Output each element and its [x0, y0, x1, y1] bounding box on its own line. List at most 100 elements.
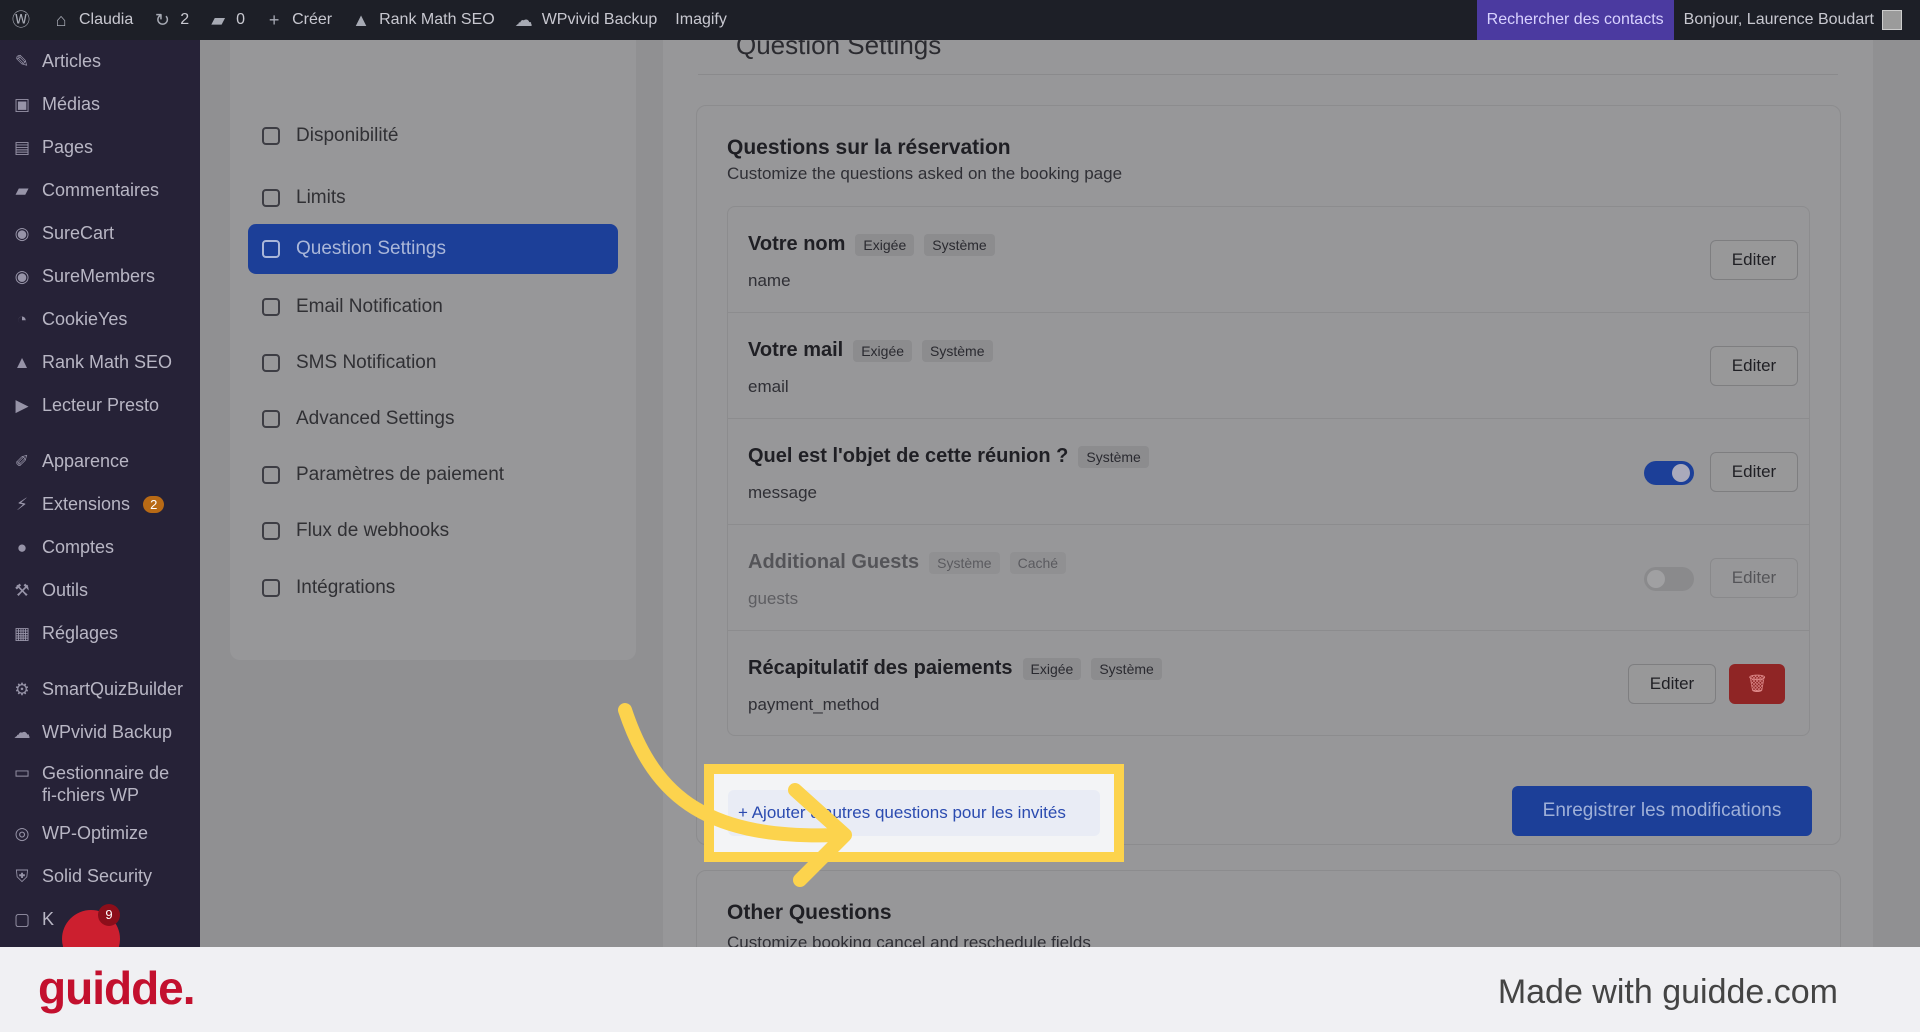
sidebar-item-commentaires[interactable]: ▰ Commentaires [0, 169, 200, 212]
rankmath-label: Rank Math SEO [379, 11, 495, 28]
sidebar-item-label: SmartQuizBuilder [42, 679, 184, 699]
updates-link[interactable]: ↻ 2 [142, 0, 198, 40]
sidebar-item-comptes[interactable]: ● Comptes [0, 526, 200, 569]
sidebar-item-lecteur-presto[interactable]: ▶ Lecteur Presto [0, 384, 200, 427]
cookie-icon: ◔ [16, 309, 28, 329]
site-name-link[interactable]: ⌂ Claudia [41, 0, 142, 40]
submenu-item-int-grations[interactable]: Intégrations [248, 563, 618, 613]
sidebar-separator [0, 427, 200, 440]
edit-button[interactable]: Editer [1710, 240, 1798, 280]
media-icon: ▣ [13, 94, 31, 114]
user-greeting: Bonjour, Laurence Boudart [1683, 11, 1874, 28]
question-title: Votre mail [748, 339, 844, 361]
submenu-item-param-tres-de-paiement[interactable]: Paramètres de paiement [248, 450, 618, 500]
sidebar-separator [0, 655, 200, 668]
settings-icon: ▦ [13, 623, 31, 643]
sidebar-item-label: Extensions [42, 494, 131, 514]
k-icon: ▢ [13, 909, 31, 929]
submenu-item-email-notification[interactable]: Email Notification [248, 282, 618, 332]
question-tag: Système [922, 339, 993, 362]
sidebar-item-apparence[interactable]: ✐ Apparence [0, 440, 200, 483]
sidebar-item-outils[interactable]: ⚒ Outils [0, 569, 200, 612]
sidebar-item-wpvivid-backup[interactable]: ☁ WPvivid Backup [0, 711, 200, 754]
question-title-line: Additional Guests Système Caché [748, 551, 1067, 574]
sliders-icon [262, 410, 280, 428]
submenu-item-flux-de-webhooks[interactable]: Flux de webhooks [248, 506, 618, 556]
payment-icon [262, 466, 280, 484]
pin-icon: ✎ [14, 51, 30, 71]
other-questions-subtitle: Customize booking cancel and reschedule … [727, 933, 1091, 947]
sidebar-item-pages[interactable]: ▤ Pages [0, 126, 200, 169]
rankmath-link[interactable]: ▲ Rank Math SEO [341, 0, 504, 40]
comment-icon: ▰ [15, 180, 29, 200]
user-menu[interactable]: Bonjour, Laurence Boudart [1673, 0, 1920, 40]
main-area: Disponibilité Limits Question Settings Emai… [200, 40, 1920, 947]
submenu-item-limits[interactable]: Limits [248, 173, 618, 223]
submenu-item-label: Limits [296, 187, 346, 208]
submenu-item-advanced-settings[interactable]: Advanced Settings [248, 394, 618, 444]
submenu-item-label: Question Settings [296, 238, 446, 259]
question-row: Récapitulatif des paiements Exigée Système… [728, 631, 1809, 737]
mail-icon [262, 298, 280, 316]
submenu-item-label: Paramètres de paiement [296, 464, 505, 485]
imagify-link[interactable]: Imagify [666, 0, 736, 40]
wordpress-logo[interactable]: Ⓦ [0, 0, 41, 40]
submenu-item-question-settings[interactable]: Question Settings [248, 224, 618, 274]
other-questions-title: Other Questions [727, 901, 892, 924]
search-contacts-label: Rechercher des contacts [1486, 11, 1664, 28]
sidebar-item-solid-security[interactable]: ⛨ Solid Security [0, 855, 200, 898]
edit-button[interactable]: Editer [1628, 664, 1716, 704]
sidebar-item-smartquizbuilder[interactable]: ⚙ SmartQuizBuilder [0, 668, 200, 711]
plus-icon: + [268, 10, 280, 30]
sidebar-item-cookieyes[interactable]: ◔ CookieYes [0, 298, 200, 341]
sidebar-item-extensions[interactable]: ⚡ Extensions 2 [0, 483, 200, 526]
user-icon: ● [16, 537, 28, 557]
sidebar-item-label: Outils [42, 580, 89, 600]
other-questions-card: Other Questions Customize booking cancel… [696, 870, 1841, 947]
sidebar-item-r-glages[interactable]: ▦ Réglages [0, 612, 200, 655]
question-slug: message [748, 483, 817, 502]
sidebar-item-surecart[interactable]: ◉ SureCart [0, 212, 200, 255]
sidebar-item-m-dias[interactable]: ▣ Médias [0, 83, 200, 126]
booking-questions-card: Questions sur la réservation Customize t… [696, 105, 1841, 862]
question-enable-toggle[interactable] [1644, 461, 1694, 485]
question-enable-toggle[interactable] [1644, 567, 1694, 591]
edit-button[interactable]: Editer [1710, 346, 1798, 386]
folder-icon: ▭ [13, 763, 31, 782]
sidebar-item-label: K [42, 909, 55, 929]
submenu-item-label: Advanced Settings [296, 408, 455, 429]
brush-icon: ✐ [14, 451, 30, 471]
card-title: Questions sur la réservation [727, 136, 1011, 159]
sidebar-item-articles[interactable]: ✎ Articles [0, 40, 200, 83]
edit-button[interactable]: Editer [1710, 558, 1798, 598]
question-tag: Système [1078, 445, 1149, 468]
wordpress-icon: Ⓦ [12, 10, 30, 30]
question-title-line: Votre mail Exigée Système [748, 339, 993, 362]
sidebar-item-wp-optimize[interactable]: ◎ WP-Optimize [0, 812, 200, 855]
question-tag: Système [1091, 657, 1162, 680]
submenu-item-sms-notification[interactable]: SMS Notification [248, 338, 618, 388]
optimize-icon: ◎ [14, 823, 30, 843]
sidebar-item-gestionnaire-de-fi-chiers-wp[interactable]: ▭ Gestionnaire de fi-chiers WP [0, 754, 200, 812]
trash-icon[interactable]: 🗑 [1729, 664, 1785, 704]
sidebar-item-label: Comptes [42, 537, 115, 557]
create-link[interactable]: + Créer [254, 0, 341, 40]
panel-header: Question Settings [698, 40, 1838, 75]
sidebar-item-label: Rank Math SEO [42, 352, 173, 372]
search-contacts-button[interactable]: Rechercher des contacts [1476, 0, 1674, 40]
submenu-item-disponibilit-[interactable]: Disponibilité [248, 111, 618, 161]
sidebar-item-suremembers[interactable]: ◉ SureMembers [0, 255, 200, 298]
question-title: Récapitulatif des paiements [748, 657, 1013, 679]
wpvivid-link[interactable]: ☁ WPvivid Backup [504, 0, 667, 40]
plugin-icon: ⚡ [16, 494, 28, 514]
question-slug: email [748, 377, 789, 396]
submenu-item-label: Disponibilité [296, 125, 399, 146]
question-icon [262, 240, 280, 258]
edit-button[interactable]: Editer [1710, 452, 1798, 492]
question-tag: Système [924, 233, 995, 256]
comments-link[interactable]: ▰ 0 [198, 0, 254, 40]
clock-icon [262, 189, 280, 207]
calendar-icon [262, 127, 280, 145]
sidebar-item-rank-math-seo[interactable]: ▲ Rank Math SEO [0, 341, 200, 384]
save-changes-button[interactable]: Enregistrer les modifications [1512, 786, 1812, 836]
